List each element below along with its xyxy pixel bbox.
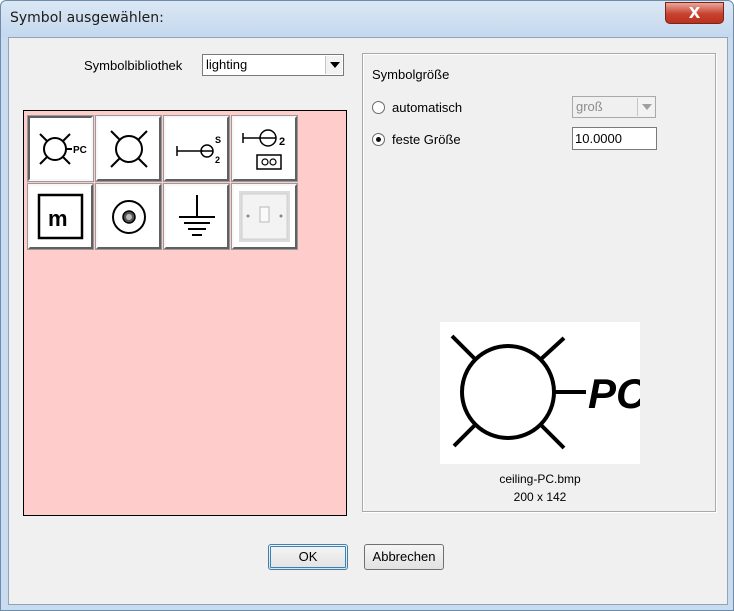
fixed-size-input[interactable]: 10.0000	[572, 127, 657, 150]
svg-text:PC: PC	[73, 145, 87, 156]
window-title: Symbol ausgewählen:	[10, 10, 164, 26]
fixed-size-label[interactable]: feste Größe	[392, 132, 461, 147]
library-dropdown-value: lighting	[206, 57, 248, 72]
symbol-tile-light-switch[interactable]	[231, 183, 298, 250]
symbol-tile-ground[interactable]	[163, 183, 230, 250]
svg-text:S: S	[215, 135, 221, 145]
preview-dimensions: 200 x 142	[513, 490, 567, 504]
chevron-down-icon	[637, 98, 654, 116]
symbol-tile-target-circle[interactable]	[95, 183, 162, 250]
close-button[interactable]: X	[665, 2, 724, 24]
m-box-icon: m	[37, 193, 84, 240]
ceiling-light-icon	[110, 130, 148, 168]
svg-text:PC: PC	[588, 370, 640, 417]
title-bar[interactable]: Symbol ausgewählen: X	[1, 1, 733, 37]
preview-filename: ceiling-PC.bmp	[499, 472, 581, 486]
light-switch-photo-icon	[239, 191, 290, 242]
close-icon: X	[688, 4, 701, 22]
cancel-button[interactable]: Abbrechen	[364, 544, 444, 570]
auto-size-label[interactable]: automatisch	[392, 100, 462, 115]
svg-text:2: 2	[215, 155, 220, 165]
auto-size-dropdown: groß	[572, 96, 656, 118]
dialog-client-area: Symbolbibliothek lighting PC S 2 2 m Sym…	[8, 37, 728, 605]
symbol-preview: PC	[440, 322, 647, 464]
symbol-tile-m-box[interactable]: m	[27, 183, 94, 250]
svg-text:2: 2	[279, 136, 285, 148]
target-circle-icon	[112, 200, 146, 234]
ground-icon	[179, 195, 215, 236]
library-label: Symbolbibliothek	[84, 58, 183, 73]
symbol-tile-wall-light-socket[interactable]: 2	[231, 115, 298, 182]
chevron-down-icon[interactable]	[325, 56, 342, 74]
dialog-window: Symbol ausgewählen: X Symbolbibliothek l…	[0, 0, 734, 611]
library-dropdown[interactable]: lighting	[202, 54, 344, 76]
svg-text:m: m	[48, 206, 68, 231]
wall-light-socket-icon: 2	[242, 129, 285, 170]
ok-button[interactable]: OK	[268, 544, 348, 570]
symbol-tile-wall-light-s2[interactable]: S 2	[163, 115, 230, 182]
symbol-tile-ceiling-pc[interactable]: PC	[27, 115, 94, 182]
symbol-tile-ceiling-light[interactable]	[95, 115, 162, 182]
wall-light-s2-icon: S 2	[176, 135, 221, 165]
ceiling-pc-symbol-icon: PC	[39, 133, 87, 165]
auto-size-dropdown-value: groß	[576, 99, 603, 114]
fixed-size-radio[interactable]	[372, 133, 385, 146]
symbol-size-title: Symbolgröße	[372, 67, 450, 82]
auto-size-radio[interactable]	[372, 101, 385, 114]
symbol-size-group: Symbolgröße automatisch groß feste Größe…	[362, 53, 716, 512]
fixed-size-input-value: 10.0000	[575, 131, 622, 146]
ceiling-pc-preview-image: PC	[450, 334, 647, 450]
symbol-grid-panel: PC S 2 2 m	[23, 110, 347, 516]
